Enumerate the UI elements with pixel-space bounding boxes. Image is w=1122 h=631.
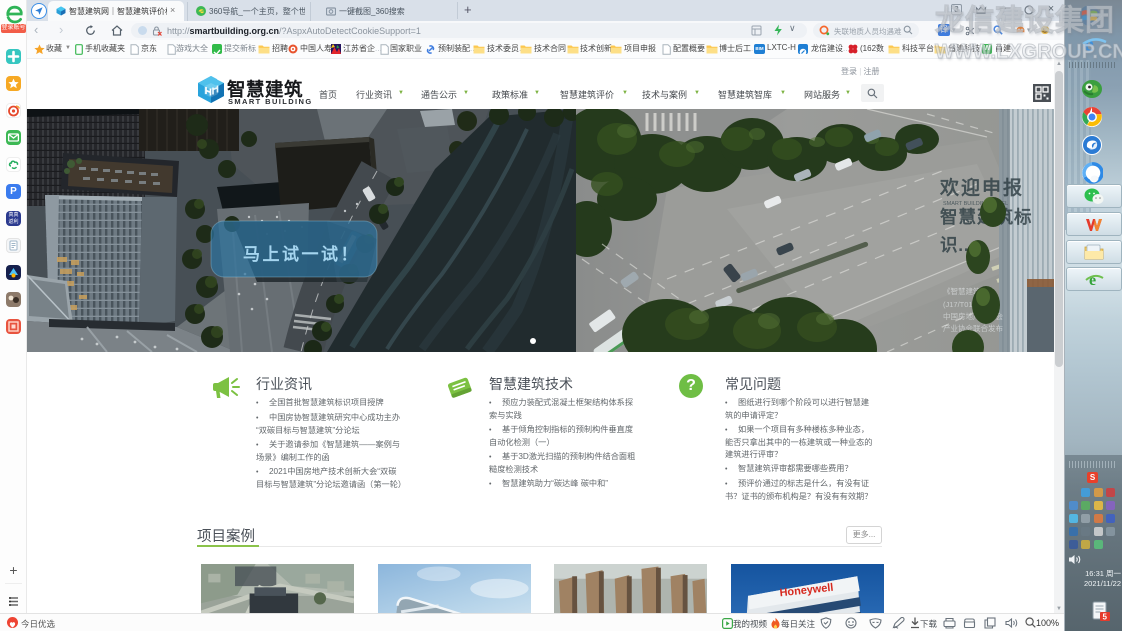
svg-text:欢迎申报: 欢迎申报 [939, 176, 1024, 199]
svg-text:5: 5 [1103, 613, 1108, 622]
svg-text:马上试一试！: 马上试一试！ [243, 245, 360, 264]
svg-text:e: e [1089, 272, 1096, 289]
